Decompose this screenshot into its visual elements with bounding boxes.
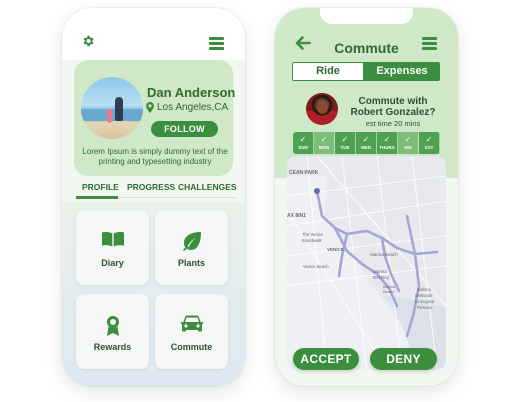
check-icon: ✓ bbox=[404, 135, 412, 144]
map-label: VENICE bbox=[327, 247, 344, 252]
profile-phone: Dan Anderson Los Angeles,CA FOLLOW Lorem… bbox=[62, 8, 245, 386]
location-pin-icon bbox=[146, 102, 154, 113]
tab-progress[interactable]: PROGRESS bbox=[127, 182, 175, 192]
map-label: Marina bbox=[373, 269, 387, 274]
tab-challenges[interactable]: CHALLENGES bbox=[178, 182, 237, 192]
user-location: Los Angeles,CA bbox=[146, 102, 228, 113]
map-label: Ecological bbox=[415, 299, 434, 304]
day-wed[interactable]: ✓ WED bbox=[356, 132, 377, 154]
tile-label: Plants bbox=[177, 258, 205, 268]
route-start-marker bbox=[314, 188, 320, 194]
tile-label: Rewards bbox=[93, 342, 132, 352]
follow-button[interactable]: FOLLOW bbox=[151, 121, 218, 137]
tile-rewards[interactable]: Rewards bbox=[76, 294, 149, 369]
segment-expenses[interactable]: Expenses bbox=[363, 63, 439, 80]
day-thurs[interactable]: ✓ THURS bbox=[377, 132, 398, 154]
map-label: Ballona bbox=[417, 287, 432, 292]
check-icon: ✓ bbox=[362, 135, 370, 144]
tile-plants[interactable]: Plants bbox=[155, 210, 228, 285]
device-notch bbox=[320, 8, 413, 24]
leaf-icon bbox=[182, 232, 201, 251]
tile-label: Diary bbox=[101, 258, 124, 268]
map-label: Marina Beach bbox=[370, 252, 398, 257]
day-sun[interactable]: ✓ SUN bbox=[293, 132, 314, 154]
day-label: WED bbox=[360, 145, 372, 150]
ride-expenses-toggle: Ride Expenses bbox=[292, 62, 440, 81]
map-label: Beach bbox=[383, 289, 394, 294]
commute-prompt: Commute with Robert Gonzalez? bbox=[338, 96, 448, 118]
car-icon bbox=[180, 315, 203, 332]
prompt-line1: Commute with bbox=[358, 96, 428, 107]
profile-tabs: PROFILE PROGRESS CHALLENGES bbox=[74, 182, 239, 196]
segment-ride[interactable]: Ride bbox=[293, 63, 363, 80]
tile-commute[interactable]: Commute bbox=[155, 294, 228, 369]
map-label: Del Rey bbox=[373, 275, 390, 280]
map-label: CEAN PARK bbox=[289, 170, 319, 176]
user-name: Dan Anderson bbox=[147, 85, 236, 100]
check-icon: ✓ bbox=[299, 135, 307, 144]
commute-phone: Commute Ride Expenses Commute with Rober… bbox=[275, 8, 458, 386]
driver-avatar bbox=[306, 93, 338, 125]
day-label: SUN bbox=[298, 145, 308, 150]
active-tab-indicator bbox=[76, 196, 118, 199]
accept-button[interactable]: ACCEPT bbox=[293, 348, 359, 370]
map-label: Reserve bbox=[417, 305, 433, 310]
map-graphic: CEAN PARK AX 8IN1 The Venice Boardwalk V… bbox=[287, 156, 446, 370]
deny-button[interactable]: DENY bbox=[370, 348, 437, 370]
day-label: SAT bbox=[424, 145, 434, 150]
location-text: Los Angeles,CA bbox=[157, 102, 229, 113]
day-tue[interactable]: ✓ TUE bbox=[335, 132, 356, 154]
map-label: Boardwalk bbox=[302, 238, 322, 243]
hamburger-menu-icon[interactable] bbox=[209, 37, 224, 50]
hamburger-menu-icon[interactable] bbox=[422, 37, 437, 50]
day-label: THURS bbox=[379, 145, 395, 150]
map-label: Wetlands bbox=[415, 293, 432, 298]
avatar bbox=[81, 77, 143, 139]
profile-card: Dan Anderson Los Angeles,CA FOLLOW Lorem… bbox=[74, 60, 236, 176]
day-label: FRI bbox=[404, 145, 412, 150]
award-ribbon-icon bbox=[106, 316, 119, 336]
day-label: TUE bbox=[340, 145, 350, 150]
check-icon: ✓ bbox=[341, 135, 349, 144]
tile-label: Commute bbox=[170, 342, 213, 352]
day-label: MON bbox=[318, 145, 330, 150]
day-sat[interactable]: ✓ SAT bbox=[419, 132, 440, 154]
open-book-icon bbox=[101, 231, 124, 247]
top-bar bbox=[62, 8, 245, 60]
prompt-line2: Robert Gonzalez? bbox=[350, 107, 436, 118]
user-bio: Lorem Ipsum is simply dummy text of the … bbox=[82, 147, 228, 166]
map-label: AX 8IN1 bbox=[287, 213, 306, 219]
check-icon: ✓ bbox=[383, 135, 391, 144]
map-label: Venice Beach bbox=[303, 264, 329, 269]
gear-icon[interactable] bbox=[81, 34, 95, 48]
estimated-time: est time 20 mins bbox=[365, 119, 421, 128]
map-label: The Venice bbox=[302, 232, 324, 237]
day-mon[interactable]: ✓ MON bbox=[314, 132, 335, 154]
tab-profile[interactable]: PROFILE bbox=[82, 182, 119, 192]
check-icon: ✓ bbox=[425, 135, 433, 144]
day-fri[interactable]: ✓ FRI bbox=[398, 132, 419, 154]
check-icon: ✓ bbox=[320, 135, 328, 144]
weekday-selector: ✓ SUN ✓ MON ✓ TUE ✓ WED ✓ THURS ✓ FRI ✓ SAT bbox=[293, 132, 440, 154]
tile-diary[interactable]: Diary bbox=[76, 210, 149, 285]
route-map[interactable]: CEAN PARK AX 8IN1 The Venice Boardwalk V… bbox=[287, 156, 446, 370]
